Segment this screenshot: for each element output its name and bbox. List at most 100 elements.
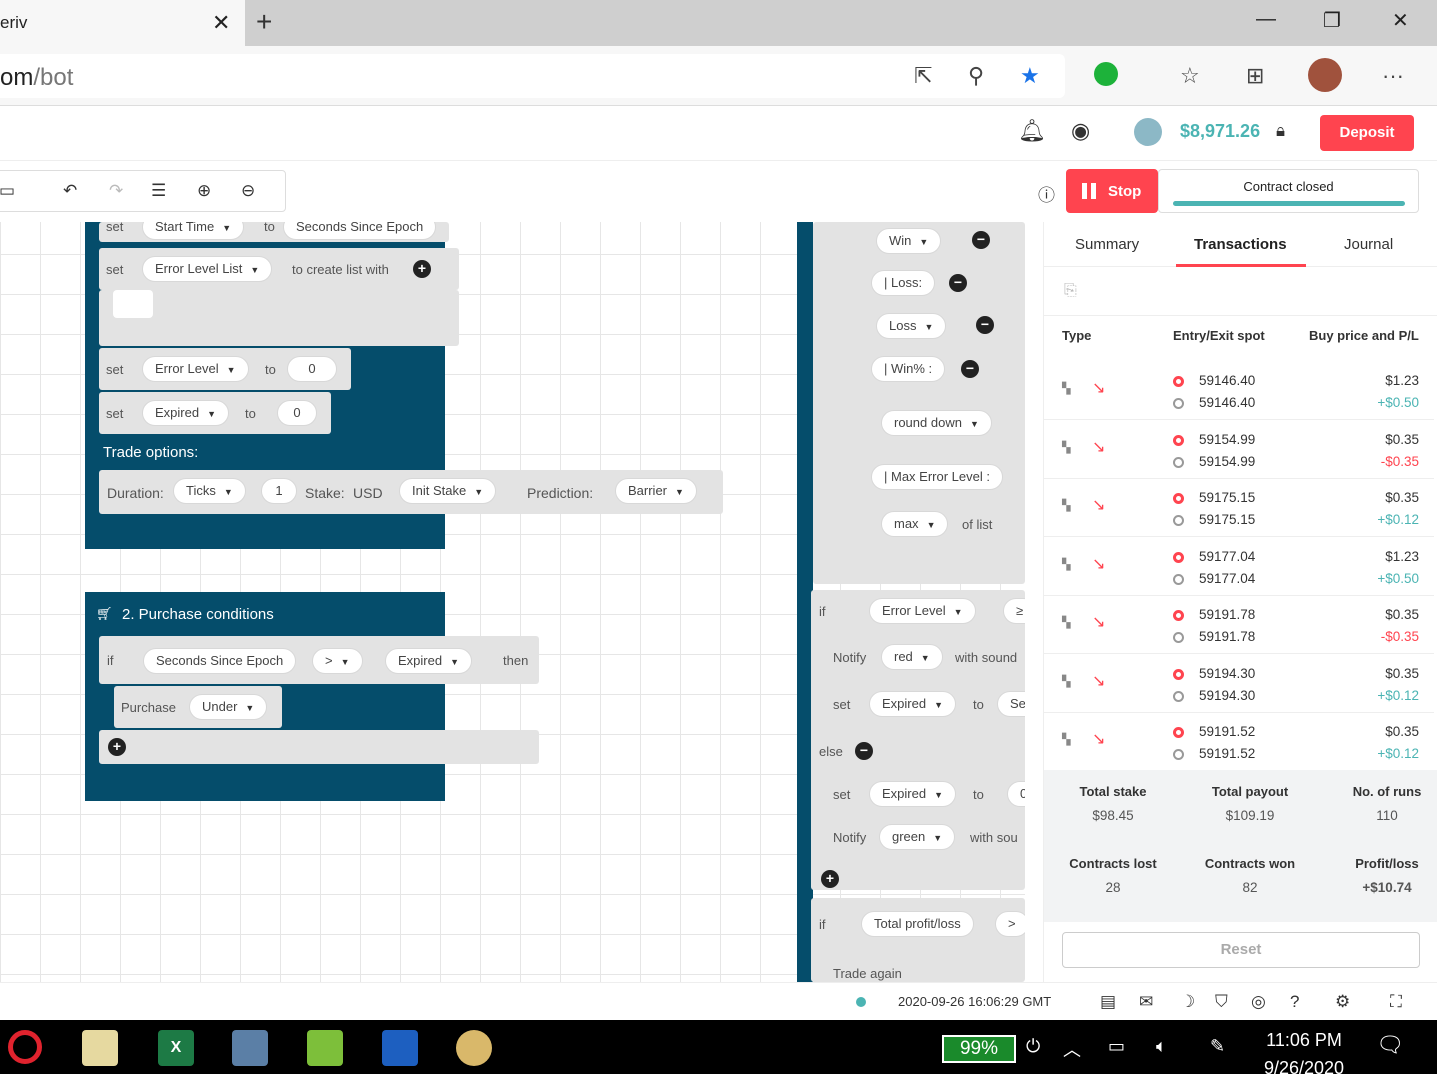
browser-tab[interactable]: eriv ✕ bbox=[0, 0, 245, 46]
expired-variable-dropdown[interactable]: Expired ▼ bbox=[385, 648, 472, 674]
download-icon[interactable]: ⎘ bbox=[1064, 282, 1077, 300]
collections-icon[interactable]: ⊞ bbox=[1246, 63, 1264, 89]
error-level-dropdown[interactable]: Error Level ▼ bbox=[869, 598, 976, 624]
stop-button[interactable]: Stop bbox=[1066, 169, 1158, 213]
extension-icon[interactable] bbox=[1094, 62, 1118, 86]
calculator-icon[interactable] bbox=[232, 1030, 268, 1066]
table-row[interactable]: ▚ ↘ 59175.15 59175.15 $0.35 +$0.12 bbox=[1044, 479, 1434, 537]
tab-summary[interactable]: Summary bbox=[1075, 236, 1139, 253]
remove-item-icon[interactable]: − bbox=[949, 274, 967, 292]
expired-value[interactable]: 0 bbox=[277, 400, 317, 426]
minimize-icon[interactable]: — bbox=[1256, 8, 1276, 31]
remove-item-icon[interactable]: − bbox=[972, 231, 990, 249]
open-external-icon[interactable]: ⇱ bbox=[914, 63, 932, 89]
battery-indicator[interactable]: 99% bbox=[942, 1035, 1016, 1063]
remove-item-icon[interactable]: − bbox=[976, 316, 994, 334]
settings-icon[interactable]: ⚙ bbox=[1335, 992, 1350, 1012]
expired-value-partial[interactable]: 0 bbox=[1007, 781, 1025, 807]
max-error-level-text[interactable]: | Max Error Level : bbox=[871, 464, 1003, 490]
deposit-button[interactable]: Deposit bbox=[1320, 115, 1414, 151]
seconds-since-epoch-block[interactable]: Seconds Since Epoch bbox=[143, 648, 297, 674]
zoom-out-icon[interactable]: ⊖ bbox=[241, 181, 255, 201]
blockly-workspace[interactable]: set Start Time ▼ to Seconds Since Epoch s… bbox=[0, 222, 1025, 982]
expired-dropdown[interactable]: Expired ▼ bbox=[869, 691, 956, 717]
duration-unit-dropdown[interactable]: Ticks ▼ bbox=[173, 478, 246, 504]
paint-icon[interactable] bbox=[456, 1030, 492, 1066]
save-icon[interactable]: ▭ bbox=[0, 181, 15, 201]
help-icon[interactable]: ? bbox=[1290, 992, 1299, 1012]
volume-icon[interactable]: 🔈︎ bbox=[1156, 1036, 1167, 1057]
winpct-text[interactable]: | Win% : bbox=[871, 356, 946, 382]
loss-dropdown[interactable]: Loss ▼ bbox=[876, 313, 947, 339]
chat-icon[interactable]: ✉ bbox=[1139, 992, 1153, 1012]
zoom-icon[interactable]: ⚲ bbox=[968, 63, 984, 89]
responsible-trading-icon[interactable]: ⛉ bbox=[1215, 992, 1228, 1012]
start-time-dropdown[interactable]: Start Time ▼ bbox=[142, 222, 245, 240]
tab-transactions[interactable]: Transactions bbox=[1194, 236, 1287, 253]
sort-blocks-icon[interactable]: ☰ bbox=[151, 181, 166, 201]
operator-dropdown[interactable]: > ▼ bbox=[312, 648, 363, 674]
purchase-type-dropdown[interactable]: Under ▼ bbox=[189, 694, 268, 720]
loss-text[interactable]: | Loss: bbox=[871, 270, 936, 296]
table-row[interactable]: ▚ ↘ 59191.52 59191.52 $0.35 +$0.12 bbox=[1044, 713, 1434, 771]
close-tab-icon[interactable]: ✕ bbox=[212, 10, 230, 36]
battery-icon[interactable]: ▭ bbox=[1108, 1036, 1125, 1057]
expired-dropdown[interactable]: Expired ▼ bbox=[869, 781, 956, 807]
notification-bell-icon[interactable]: 🔔︎ bbox=[1018, 118, 1046, 144]
app-icon[interactable] bbox=[307, 1030, 343, 1066]
theme-icon[interactable]: ☽ bbox=[1180, 992, 1195, 1012]
seconds-block-partial[interactable]: Sec bbox=[997, 691, 1025, 717]
remove-item-icon[interactable]: − bbox=[961, 360, 979, 378]
profile-avatar[interactable] bbox=[1308, 58, 1342, 92]
table-row[interactable]: ▚ ↘ 59177.04 59177.04 $1.23 +$0.50 bbox=[1044, 538, 1434, 596]
close-window-icon[interactable]: ✕ bbox=[1392, 8, 1409, 33]
seconds-since-epoch-block[interactable]: Seconds Since Epoch bbox=[283, 222, 437, 240]
reset-button[interactable]: Reset bbox=[1062, 932, 1420, 968]
pen-icon[interactable]: ✎ bbox=[1210, 1036, 1225, 1057]
error-level-value[interactable]: 0 bbox=[287, 356, 337, 382]
add-item-icon[interactable]: + bbox=[413, 260, 431, 278]
win-dropdown[interactable]: Win ▼ bbox=[876, 228, 942, 254]
redo-icon[interactable]: ↷ bbox=[109, 181, 123, 201]
fullscreen-icon[interactable]: ⛶ bbox=[1390, 992, 1402, 1012]
opera-icon[interactable] bbox=[8, 1030, 42, 1064]
add-block-icon[interactable]: + bbox=[108, 738, 126, 756]
reports-icon[interactable]: ▤ bbox=[1100, 992, 1116, 1012]
init-stake-dropdown[interactable]: Init Stake ▼ bbox=[399, 478, 497, 504]
notify-color-dropdown[interactable]: red ▼ bbox=[881, 644, 943, 670]
remove-else-icon[interactable]: − bbox=[855, 742, 873, 760]
table-row[interactable]: ▚ ↘ 59146.40 59146.40 $1.23 +$0.50 bbox=[1044, 362, 1434, 420]
compare-operator[interactable]: > bbox=[995, 911, 1025, 937]
total-profit-loss-block[interactable]: Total profit/loss bbox=[861, 911, 974, 937]
duration-value[interactable]: 1 bbox=[261, 478, 297, 504]
error-level-list-dropdown[interactable]: Error Level List ▼ bbox=[142, 256, 273, 282]
info-icon[interactable]: ⓘ bbox=[1038, 181, 1055, 206]
error-level-dropdown[interactable]: Error Level ▼ bbox=[142, 356, 249, 382]
regulatory-icon[interactable]: ◎ bbox=[1251, 992, 1266, 1012]
notepad-icon[interactable] bbox=[82, 1030, 118, 1066]
table-row[interactable]: ▚ ↘ 59194.30 59194.30 $0.35 +$0.12 bbox=[1044, 655, 1434, 713]
barrier-dropdown[interactable]: Barrier ▼ bbox=[615, 478, 697, 504]
whiteboard-icon[interactable] bbox=[382, 1030, 418, 1066]
account-icon[interactable]: ◉ bbox=[1071, 118, 1090, 144]
zoom-in-icon[interactable]: ⊕ bbox=[197, 181, 211, 201]
maximize-icon[interactable]: ❐ bbox=[1323, 8, 1341, 33]
expired-dropdown[interactable]: Expired ▼ bbox=[142, 400, 229, 426]
show-hidden-icons-icon[interactable]: ︿ bbox=[1063, 1036, 1081, 1062]
notifications-icon[interactable]: 🗨︎ bbox=[1376, 1032, 1404, 1058]
table-row[interactable]: ▚ ↘ 59191.78 59191.78 $0.35 -$0.35 bbox=[1044, 596, 1434, 654]
url-field[interactable]: om/bot bbox=[0, 54, 1065, 98]
max-dropdown[interactable]: max ▼ bbox=[881, 511, 949, 537]
new-tab-icon[interactable]: + bbox=[256, 6, 272, 38]
excel-icon[interactable]: X bbox=[158, 1030, 194, 1066]
more-menu-icon[interactable]: ··· bbox=[1382, 63, 1404, 89]
tab-journal[interactable]: Journal bbox=[1344, 236, 1393, 253]
favorite-star-icon[interactable]: ★ bbox=[1020, 63, 1040, 89]
account-balance[interactable]: $8,971.26 bbox=[1180, 121, 1260, 142]
compare-operator[interactable]: ≥ bbox=[1003, 598, 1025, 624]
round-down-dropdown[interactable]: round down ▼ bbox=[881, 410, 992, 436]
undo-icon[interactable]: ↶ bbox=[63, 181, 77, 201]
notify-color-dropdown[interactable]: green ▼ bbox=[879, 824, 956, 850]
table-row[interactable]: ▚ ↘ 59154.99 59154.99 $0.35 -$0.35 bbox=[1044, 421, 1434, 479]
favorites-icon[interactable]: ☆ bbox=[1180, 63, 1200, 89]
